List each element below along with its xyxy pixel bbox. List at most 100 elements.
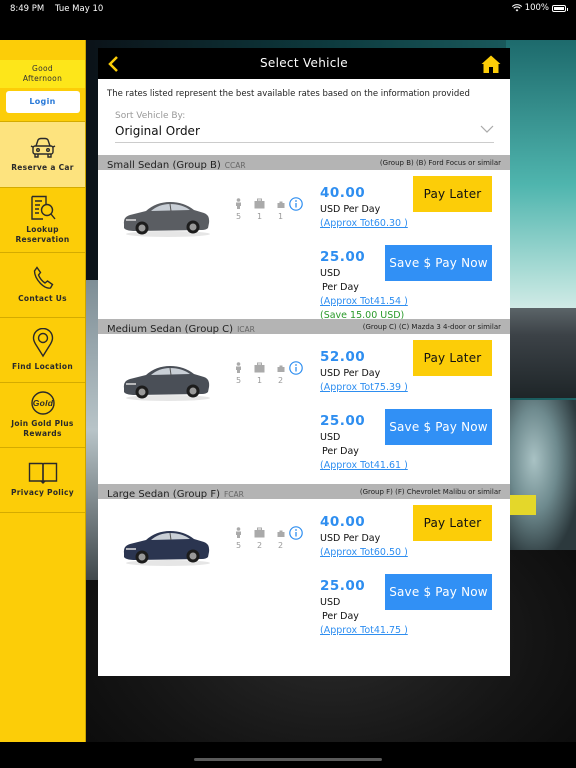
sidebar-item-label: Reserve a Car — [11, 162, 74, 172]
select-vehicle-panel: Select Vehicle The rates listed represen… — [98, 48, 510, 676]
svg-text:Gold: Gold — [32, 398, 53, 408]
pay-later-button[interactable]: Pay Later — [413, 505, 492, 541]
vehicle-header: Large Sedan (Group F) FCAR (Group F) (F) … — [98, 484, 510, 500]
vehicle-body: 5 1 2 52.00 USD Per Day (Approx Tot75.39… — [98, 334, 510, 484]
home-button[interactable] — [480, 53, 502, 75]
vehicle-list: Small Sedan (Group B) CCAR (Group B) (B) … — [98, 155, 510, 649]
pay-later-unit: USD Per Day — [320, 368, 381, 379]
vehicle-similar: (Group C) (C) Mazda 3 4-door or similar — [362, 322, 501, 331]
passengers-spec: 5 — [228, 527, 249, 550]
vehicle-code: ICAR — [237, 325, 255, 334]
sidebar-item-label: Join Gold Plus — [11, 419, 74, 428]
pay-later-approx-total[interactable]: (Approx Tot60.50 ) — [320, 547, 408, 558]
info-icon[interactable] — [289, 197, 303, 211]
home-icon — [480, 54, 502, 73]
vehicle-similar: (Group F) (F) Chevrolet Malibu or simila… — [359, 487, 501, 496]
rates-disclaimer: The rates listed represent the best avai… — [107, 89, 470, 99]
bag-icon — [277, 530, 284, 537]
bag-icon — [277, 201, 284, 208]
pay-later-rate: 40.00 USD Per Day (Approx Tot60.30 ) — [320, 185, 408, 229]
sidebar-item-reserve-a-car[interactable]: Reserve a Car — [0, 122, 85, 188]
pay-now-unit: Per Day — [322, 282, 359, 293]
sidebar-item-lookup-reservation[interactable]: Lookup Reservation — [0, 188, 85, 253]
vehicle-specs: 5 2 2 — [228, 527, 291, 550]
pay-now-button[interactable]: Save $ Pay Now — [385, 245, 492, 281]
wifi-icon — [511, 4, 522, 12]
passengers-count: 5 — [235, 212, 242, 221]
pay-now-button[interactable]: Save $ Pay Now — [385, 574, 492, 610]
passengers-spec: 5 — [228, 362, 249, 385]
vehicle-specs: 5 1 2 — [228, 362, 291, 385]
car-icon — [30, 137, 55, 158]
status-bar: 8:49 PM Tue May 10 100% — [0, 0, 576, 18]
suitcase-icon — [254, 527, 265, 538]
bottom-bar — [0, 742, 576, 768]
sidebar-item-find-location[interactable]: Find Location — [0, 318, 85, 383]
login-button[interactable]: Login — [5, 91, 80, 113]
pay-later-rate: 40.00 USD Per Day (Approx Tot60.50 ) — [320, 514, 408, 558]
pay-later-amount: 40.00 — [320, 185, 366, 201]
small-bags-spec: 2 — [270, 527, 291, 550]
greeting: Good Afternoon — [0, 60, 85, 88]
bag-icon — [277, 365, 284, 372]
phone-icon — [33, 266, 53, 289]
sort-vehicle-dropdown[interactable]: Sort Vehicle By: Original Order — [115, 111, 494, 143]
person-icon — [236, 527, 241, 538]
location-pin-icon — [32, 328, 53, 358]
battery-icon — [552, 4, 568, 12]
small-bags-count: 2 — [277, 541, 284, 550]
small-bags-count: 2 — [277, 376, 284, 385]
sort-label: Sort Vehicle By: — [115, 111, 186, 121]
pay-later-amount: 40.00 — [320, 514, 366, 530]
status-time: 8:49 PM — [10, 4, 45, 14]
home-indicator[interactable] — [194, 758, 382, 761]
pay-now-approx-total[interactable]: (Approx Tot41.75 ) — [320, 625, 408, 636]
battery-percent: 100% — [524, 3, 549, 13]
greeting-line2: Afternoon — [22, 74, 63, 83]
pay-now-approx-total[interactable]: (Approx Tot41.54 ) — [320, 296, 408, 307]
vehicle-card: Large Sedan (Group F) FCAR (Group F) (F) … — [98, 484, 510, 649]
book-icon — [28, 462, 57, 484]
greeting-line1: Good — [32, 64, 53, 73]
vehicle-card: Small Sedan (Group B) CCAR (Group B) (B) … — [98, 155, 510, 321]
background-car — [506, 400, 576, 550]
pay-later-unit: USD Per Day — [320, 533, 381, 544]
pay-later-approx-total[interactable]: (Approx Tot60.30 ) — [320, 218, 408, 229]
vehicle-header: Small Sedan (Group B) CCAR (Group B) (B) … — [98, 155, 510, 171]
info-icon[interactable] — [289, 526, 303, 540]
passengers-count: 5 — [235, 541, 242, 550]
vehicle-similar: (Group B) (B) Ford Focus or similar — [379, 158, 501, 167]
small-bags-count: 1 — [277, 212, 284, 221]
large-bags-spec: 1 — [249, 362, 270, 385]
pay-now-button[interactable]: Save $ Pay Now — [385, 409, 492, 445]
pay-later-button[interactable]: Pay Later — [413, 176, 492, 212]
small-bags-spec: 2 — [270, 362, 291, 385]
sidebar-item-join-gold-plus-rewards[interactable]: Gold Join Gold Plus Rewards — [0, 383, 85, 448]
gold-badge-icon: Gold — [30, 391, 55, 415]
vehicle-code: FCAR — [223, 490, 244, 499]
background-building — [506, 308, 576, 398]
large-bags-spec: 1 — [249, 198, 270, 221]
pay-later-approx-total[interactable]: (Approx Tot75.39 ) — [320, 382, 408, 393]
suitcase-icon — [254, 362, 265, 373]
background-sky — [506, 40, 576, 330]
suitcase-icon — [254, 198, 265, 209]
pay-later-unit: USD Per Day — [320, 204, 381, 215]
vehicle-body: 5 2 2 40.00 USD Per Day (Approx Tot60.50… — [98, 499, 510, 649]
sidebar-item-contact-us[interactable]: Contact Us — [0, 253, 85, 318]
greeting-section: Good Afternoon Login — [0, 40, 85, 122]
car-image — [123, 531, 210, 566]
pay-now-approx-total[interactable]: (Approx Tot41.61 ) — [320, 460, 408, 471]
vehicle-code: CCAR — [224, 161, 246, 170]
sidebar-item-privacy-policy[interactable]: Privacy Policy — [0, 448, 85, 513]
large-bags-count: 1 — [256, 212, 263, 221]
pay-later-button[interactable]: Pay Later — [413, 340, 492, 376]
sidebar-item-label: Privacy Policy — [11, 488, 74, 497]
vehicle-header: Medium Sedan (Group C) ICAR (Group C) (C)… — [98, 319, 510, 335]
car-image — [123, 202, 210, 237]
person-icon — [236, 198, 241, 209]
document-search-icon — [30, 195, 56, 220]
info-icon[interactable] — [289, 361, 303, 375]
page-title: Select Vehicle — [260, 56, 348, 70]
pay-now-unit: Per Day — [322, 611, 359, 622]
